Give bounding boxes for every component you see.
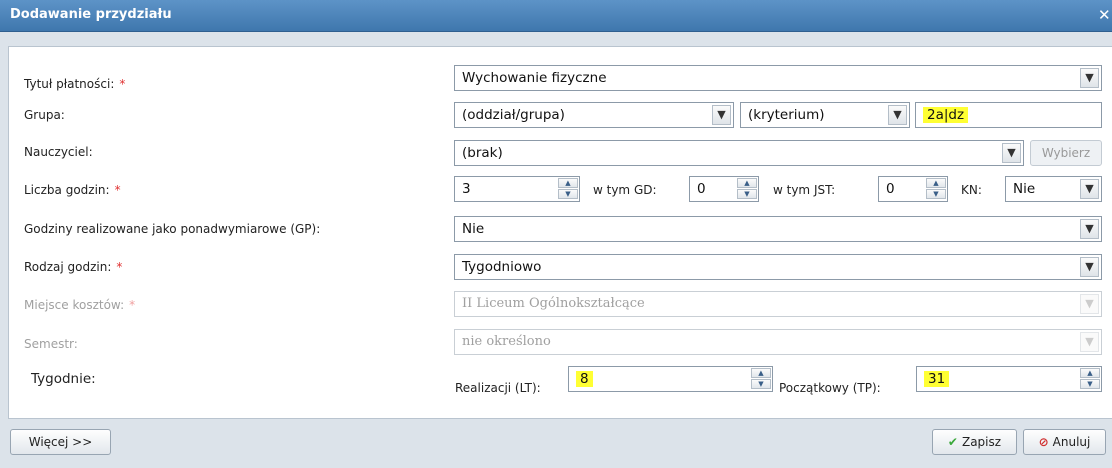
- label-weeks: Tygodnie:: [31, 371, 96, 387]
- save-button[interactable]: ✔ Zapisz: [932, 429, 1017, 455]
- group-name-value: 2a|dz: [923, 107, 969, 123]
- assignment-dialog: Dodawanie przydziału ✕ Tytuł płatności: *…: [0, 0, 1112, 468]
- choose-teacher-button[interactable]: Wybierz: [1030, 140, 1102, 166]
- required-marker: *: [116, 260, 123, 274]
- chevron-down-icon[interactable]: ▼: [1080, 257, 1099, 277]
- semester-select: nie określono ▼: [454, 329, 1102, 355]
- dialog-titlebar[interactable]: Dodawanie przydziału ✕: [0, 0, 1112, 32]
- label-cost-center: Miejsce kosztów: *: [24, 298, 136, 312]
- close-icon[interactable]: ✕: [1098, 6, 1112, 24]
- chevron-up-icon[interactable]: ▲: [1080, 368, 1100, 378]
- chevron-up-icon[interactable]: ▲: [751, 368, 771, 378]
- save-button-label: Zapisz: [961, 435, 1002, 449]
- jst-input[interactable]: 0 ▲ ▼: [878, 176, 948, 202]
- label-hours-type: Rodzaj godzin: *: [24, 260, 123, 274]
- chevron-down-icon[interactable]: ▼: [712, 105, 731, 125]
- start-tp-value: 31: [924, 371, 950, 387]
- kn-value: Nie: [1013, 181, 1036, 197]
- label-overtime: Godziny realizowane jako ponadwymiarowe …: [24, 222, 321, 236]
- label-hours: Liczba godzin: *: [24, 183, 121, 197]
- hours-type-value: Tygodniowo: [462, 259, 542, 275]
- teacher-value: (brak): [462, 145, 503, 161]
- chevron-down-icon[interactable]: ▼: [751, 379, 771, 389]
- realization-lt-input[interactable]: 8 ▲ ▼: [568, 366, 773, 392]
- label-payment-title: Tytuł płatności: *: [24, 77, 126, 91]
- chevron-up-icon[interactable]: ▲: [558, 178, 578, 188]
- payment-title-select[interactable]: Wychowanie fizyczne ▼: [454, 65, 1102, 91]
- hours-stepper[interactable]: ▲ ▼: [558, 178, 578, 200]
- dialog-title: Dodawanie przydziału: [10, 7, 172, 22]
- jst-stepper[interactable]: ▲ ▼: [926, 178, 946, 200]
- start-tp-input[interactable]: 31 ▲ ▼: [916, 366, 1102, 392]
- more-button[interactable]: Więcej >>: [10, 429, 111, 455]
- label-realization-lt: Realizacji (LT):: [455, 381, 541, 395]
- cost-center-select: II Liceum Ogólnokształcące ▼: [454, 291, 1102, 317]
- chevron-down-icon[interactable]: ▼: [558, 189, 578, 199]
- chevron-down-icon[interactable]: ▼: [737, 189, 757, 199]
- cancel-button[interactable]: ⊘ Anuluj: [1023, 429, 1106, 455]
- label-jst: w tym JST:: [773, 183, 836, 197]
- start-tp-stepper[interactable]: ▲ ▼: [1080, 368, 1100, 390]
- gd-input[interactable]: 0 ▲ ▼: [689, 176, 759, 202]
- chevron-down-icon[interactable]: ▼: [1080, 68, 1099, 88]
- chevron-down-icon[interactable]: ▼: [1080, 179, 1099, 199]
- cancel-button-label: Anuluj: [1052, 435, 1091, 449]
- label-semester: Semestr:: [24, 337, 78, 351]
- cancel-icon: ⊘: [1038, 435, 1049, 449]
- label-teacher: Nauczyciel:: [24, 145, 93, 159]
- chevron-down-icon[interactable]: ▼: [888, 105, 907, 125]
- chevron-up-icon[interactable]: ▲: [926, 178, 946, 188]
- group-name-input[interactable]: 2a|dz: [915, 102, 1102, 128]
- semester-value: nie określono: [462, 334, 551, 349]
- teacher-select[interactable]: (brak) ▼: [454, 140, 1024, 166]
- overtime-value: Nie: [462, 221, 485, 237]
- kn-select[interactable]: Nie ▼: [1005, 176, 1102, 202]
- hours-input[interactable]: 3 ▲ ▼: [454, 176, 580, 202]
- jst-value: 0: [886, 181, 895, 197]
- overtime-select[interactable]: Nie ▼: [454, 216, 1102, 242]
- realization-lt-value: 8: [576, 371, 593, 387]
- chevron-down-icon: ▼: [1080, 294, 1099, 314]
- chevron-down-icon[interactable]: ▼: [1002, 143, 1021, 163]
- required-marker: *: [114, 183, 121, 197]
- checkmark-icon: ✔: [947, 435, 958, 449]
- cost-center-value: II Liceum Ogólnokształcące: [462, 296, 645, 311]
- label-kn: KN:: [961, 183, 982, 197]
- division-group-value: (oddział/grupa): [462, 107, 565, 123]
- chevron-down-icon[interactable]: ▼: [926, 189, 946, 199]
- realization-lt-stepper[interactable]: ▲ ▼: [751, 368, 771, 390]
- gd-value: 0: [697, 181, 706, 197]
- criterion-value: (kryterium): [748, 107, 825, 123]
- chevron-down-icon[interactable]: ▼: [1080, 379, 1100, 389]
- label-gd: w tym GD:: [593, 183, 657, 197]
- criterion-select[interactable]: (kryterium) ▼: [740, 102, 910, 128]
- payment-title-value: Wychowanie fizyczne: [462, 70, 607, 86]
- chevron-up-icon[interactable]: ▲: [737, 178, 757, 188]
- form-body: Tytuł płatności: * Wychowanie fizyczne ▼ …: [8, 46, 1112, 419]
- label-start-tp: Początkowy (TP):: [779, 381, 881, 395]
- hours-value: 3: [462, 181, 471, 197]
- division-group-select[interactable]: (oddział/grupa) ▼: [454, 102, 734, 128]
- label-group: Grupa:: [24, 108, 65, 122]
- chevron-down-icon[interactable]: ▼: [1080, 219, 1099, 239]
- chevron-down-icon: ▼: [1080, 332, 1099, 352]
- required-marker: *: [129, 298, 136, 312]
- required-marker: *: [119, 77, 126, 91]
- hours-type-select[interactable]: Tygodniowo ▼: [454, 254, 1102, 280]
- gd-stepper[interactable]: ▲ ▼: [737, 178, 757, 200]
